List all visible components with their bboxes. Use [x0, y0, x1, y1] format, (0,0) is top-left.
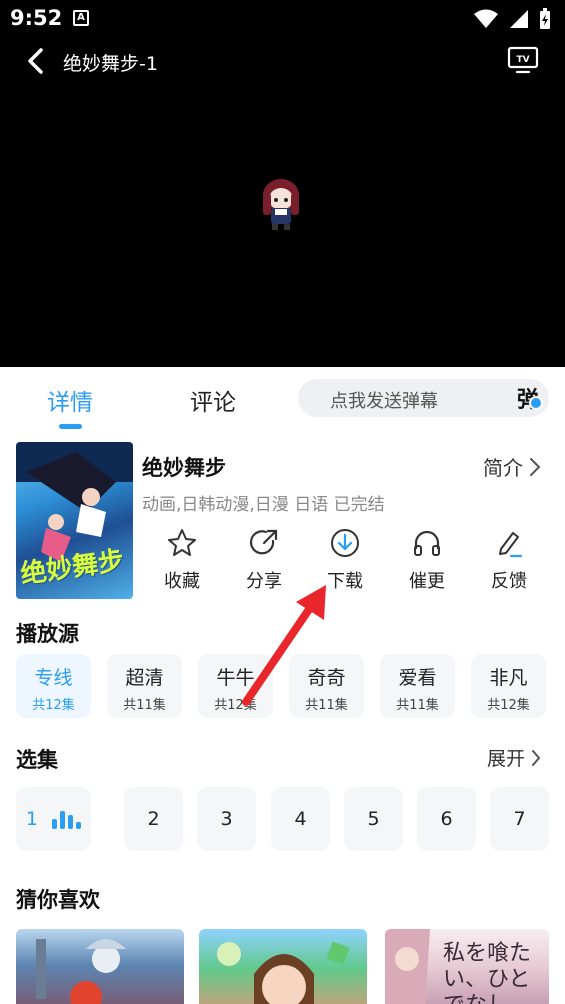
tab-details[interactable]: 详情	[47, 383, 93, 417]
episode-number: 1	[25, 808, 39, 830]
status-time: 9:52	[10, 6, 63, 30]
episode-item[interactable]: 1	[16, 787, 91, 851]
episodes-title: 选集	[16, 748, 58, 772]
recommendation-list: 私を喰たい、ひとでなし	[16, 929, 549, 1004]
anime-title: 绝妙舞步	[142, 456, 226, 480]
episode-item[interactable]: 6	[417, 787, 476, 851]
episode-item[interactable]: 4	[271, 787, 330, 851]
active-tab-indicator	[59, 424, 82, 429]
status-bar: 9:52 A	[0, 0, 565, 38]
episode-list: 1 2 3 4 5 6 7	[16, 787, 549, 851]
loading-mascot-image	[263, 179, 299, 230]
source-item-zhuanxian[interactable]: 专线 共12集	[16, 654, 91, 718]
source-count: 共12集	[487, 698, 530, 713]
video-title: 绝妙舞步-1	[63, 53, 158, 75]
episode-item[interactable]: 5	[344, 787, 403, 851]
anime-meta: 动画,日韩动漫,日漫 日语 已完结	[142, 495, 385, 515]
player-top-bar: 绝妙舞步-1 TV	[0, 40, 565, 84]
status-icons	[473, 8, 551, 30]
source-count: 共12集	[214, 698, 257, 713]
chevron-right-icon	[530, 457, 541, 476]
source-name: 奇奇	[307, 667, 346, 689]
share-button[interactable]: 分享	[229, 527, 299, 593]
source-count: 共11集	[123, 698, 166, 713]
now-playing-icon	[52, 810, 82, 829]
episode-number: 6	[440, 808, 453, 830]
battery-icon	[540, 8, 550, 29]
source-count: 共12集	[32, 698, 75, 713]
episode-number: 7	[513, 808, 526, 830]
expand-label: 展开	[486, 748, 525, 770]
source-item-qiqi[interactable]: 奇奇 共11集	[289, 654, 364, 718]
episode-number: 4	[294, 808, 307, 830]
video-player[interactable]: 9:52 A 绝妙舞步-1 TV	[0, 0, 565, 367]
notification-icon: A	[73, 10, 89, 26]
source-name: 非凡	[489, 667, 528, 689]
tab-comments[interactable]: 评论	[190, 383, 236, 417]
edit-icon	[499, 532, 523, 558]
back-icon[interactable]	[22, 46, 52, 76]
source-count: 共11集	[305, 698, 348, 713]
episode-number: 3	[220, 808, 233, 830]
action-bar: 收藏 分享 下载 催更 反馈	[142, 527, 552, 599]
source-name: 超清	[125, 667, 164, 689]
sources-title: 播放源	[16, 622, 79, 646]
favorite-label: 收藏	[164, 571, 200, 592]
intro-link[interactable]: 简介	[483, 452, 541, 481]
source-item-chaoqing[interactable]: 超清 共11集	[107, 654, 182, 718]
download-label: 下载	[327, 571, 363, 592]
episode-number: 5	[367, 808, 380, 830]
source-list: 专线 共12集 超清 共11集 牛牛 共12集 奇奇 共11集 爱看 共11集 …	[16, 654, 549, 718]
favorite-button[interactable]: 收藏	[147, 527, 217, 593]
recommendations-title: 猜你喜欢	[16, 888, 100, 912]
danmaku-placeholder: 点我发送弹幕	[330, 391, 438, 412]
danmaku-enabled-icon	[529, 396, 543, 410]
download-icon	[331, 529, 359, 557]
recommendation-thumbnail	[217, 941, 350, 1004]
source-name: 专线	[34, 667, 73, 689]
feedback-label: 反馈	[491, 571, 527, 592]
source-name: 牛牛	[216, 667, 255, 689]
recommendation-card[interactable]	[199, 929, 367, 1004]
feedback-button[interactable]: 反馈	[474, 527, 544, 593]
svg-text:TV: TV	[516, 55, 529, 65]
recommendation-card[interactable]: 私を喰たい、ひとでなし	[385, 929, 549, 1004]
tv-cast-icon[interactable]: TV	[507, 45, 539, 75]
anime-poster[interactable]: 绝妙舞步	[16, 442, 133, 599]
download-button[interactable]: 下载	[310, 527, 380, 593]
urge-update-button[interactable]: 催更	[392, 527, 462, 593]
chevron-right-icon	[532, 749, 541, 766]
recommendation-card[interactable]	[16, 929, 184, 1004]
episode-number: 2	[147, 808, 160, 830]
star-icon	[168, 529, 196, 556]
danmaku-input[interactable]: 点我发送弹幕 弹	[298, 379, 549, 417]
episode-item[interactable]: 7	[490, 787, 549, 851]
recommendation-title-art: 私を喰たい、ひとでなし	[443, 941, 532, 1004]
signal-icon	[510, 10, 528, 28]
headphones-icon	[414, 530, 440, 556]
episode-item[interactable]: 2	[124, 787, 183, 851]
expand-episodes-link[interactable]: 展开	[487, 744, 541, 771]
share-label: 分享	[246, 571, 282, 592]
detail-tab-row: 详情 评论 点我发送弹幕 弹	[0, 367, 565, 432]
wifi-icon	[474, 9, 498, 28]
source-count: 共11集	[396, 698, 439, 713]
detail-content: 绝妙舞步 绝妙舞步 简介 动画,日韩动漫,日漫 日语 已完结 收藏 分享 下载 …	[0, 432, 565, 1004]
episode-item[interactable]: 3	[197, 787, 256, 851]
source-item-niuniu[interactable]: 牛牛 共12集	[198, 654, 273, 718]
source-name: 爱看	[398, 667, 437, 689]
urge-update-label: 催更	[409, 571, 445, 592]
recommendation-thumbnail	[36, 939, 126, 1004]
source-item-feifan[interactable]: 非凡 共12集	[471, 654, 546, 718]
share-icon	[249, 529, 278, 555]
intro-label: 简介	[483, 456, 523, 480]
source-item-aikan[interactable]: 爱看 共11集	[380, 654, 455, 718]
